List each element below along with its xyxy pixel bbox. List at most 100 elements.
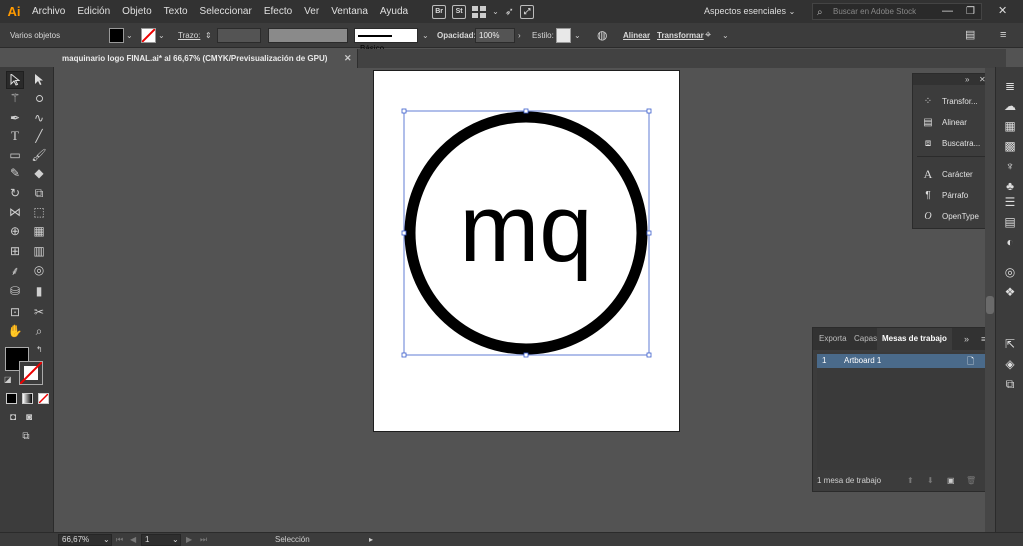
- curvature-tool-icon[interactable]: ∿: [30, 109, 48, 127]
- free-transform-tool-icon[interactable]: ⬚: [30, 203, 48, 221]
- recolor-icon[interactable]: ◍: [597, 23, 607, 48]
- export-icon[interactable]: ⇱: [1003, 337, 1017, 351]
- shape-builder-tool-icon[interactable]: ⊕: [6, 222, 24, 240]
- artboard-number-field[interactable]: 1 ⌄: [141, 534, 181, 546]
- symbols-icon[interactable]: ♣: [1003, 179, 1017, 193]
- properties-icon[interactable]: ≣: [1003, 79, 1017, 93]
- chevron-down-icon[interactable]: ⌄: [158, 23, 165, 48]
- menu-archivo[interactable]: Archivo: [26, 0, 71, 23]
- variable-width-field[interactable]: [268, 28, 348, 43]
- eyedropper-tool-icon[interactable]: ⸙: [6, 261, 24, 279]
- fill-swatch[interactable]: [109, 28, 124, 43]
- status-menu-icon[interactable]: ▸: [369, 533, 373, 546]
- graphic-styles-icon[interactable]: ❖: [1003, 285, 1017, 299]
- layers-icon[interactable]: ◈: [1003, 357, 1017, 371]
- rectangle-tool-icon[interactable]: ▭: [6, 146, 24, 164]
- tab-layers[interactable]: Capas: [854, 328, 877, 350]
- stroke-stepper-icon[interactable]: ⇕: [205, 23, 212, 48]
- screen-mode-icon[interactable]: ◙: [20, 408, 38, 426]
- swatches-icon[interactable]: ▩: [1003, 139, 1017, 153]
- artboard-canvas[interactable]: mq: [373, 70, 680, 432]
- shaper-tool-icon[interactable]: ✎: [6, 164, 24, 182]
- expand-panels-icon[interactable]: »: [965, 74, 969, 85]
- transparency-icon[interactable]: ◐: [1003, 235, 1017, 249]
- bridge-icon[interactable]: Br: [432, 4, 447, 19]
- mesh-tool-icon[interactable]: ⊞: [6, 242, 24, 260]
- workspace-switcher[interactable]: Aspectos esenciales ⌄: [704, 0, 795, 23]
- tab-artboards[interactable]: Mesas de trabajo: [877, 328, 952, 350]
- column-graph-tool-icon[interactable]: ▮: [30, 282, 48, 300]
- align-link[interactable]: Alinear: [623, 23, 650, 48]
- close-tab-icon[interactable]: ✕: [344, 49, 352, 68]
- bbox-handle[interactable]: [401, 230, 407, 236]
- swap-colors-icon[interactable]: ↰: [36, 345, 43, 354]
- close-icon[interactable]: ✕: [998, 0, 1007, 23]
- last-artboard-icon[interactable]: ⏭: [200, 533, 207, 546]
- panel-transform[interactable]: ⁘ Transfor...: [913, 91, 989, 112]
- expand-panels-icon[interactable]: »: [964, 328, 969, 350]
- brushes-icon[interactable]: ♆: [1003, 159, 1017, 173]
- color-mode-icon[interactable]: [6, 393, 17, 404]
- artboard-options-icon[interactable]: 🗋: [967, 354, 974, 368]
- transform-link[interactable]: Transformar: [657, 23, 704, 48]
- bbox-handle[interactable]: [646, 352, 652, 358]
- blend-tool-icon[interactable]: ◎: [30, 261, 48, 279]
- artboards-icon[interactable]: ⧉: [1003, 377, 1017, 391]
- menu-edicion[interactable]: Edición: [71, 0, 116, 23]
- chevron-down-icon[interactable]: ⌄: [126, 23, 133, 48]
- chevron-down-icon[interactable]: ⌄: [722, 23, 729, 48]
- minimize-icon[interactable]: —: [942, 0, 953, 23]
- chevron-down-icon[interactable]: ⌄: [422, 23, 429, 48]
- direct-selection-tool-icon[interactable]: [30, 71, 48, 89]
- selection-tool-icon[interactable]: [6, 71, 24, 89]
- zoom-field[interactable]: 66,67% ⌄: [58, 534, 112, 546]
- menu-ver[interactable]: Ver: [298, 0, 325, 23]
- list-item[interactable]: 1 Artboard 1 🗋: [817, 354, 992, 368]
- document-setup-icon[interactable]: ▤: [965, 23, 975, 48]
- bbox-handle[interactable]: [646, 230, 652, 236]
- graphic-style-swatch[interactable]: [556, 28, 571, 43]
- gpu-performance-icon[interactable]: ⤢: [520, 4, 535, 19]
- opacity-field[interactable]: 100%: [475, 28, 515, 43]
- eraser-tool-icon[interactable]: ◆: [30, 164, 48, 182]
- type-tool-icon[interactable]: T: [6, 127, 24, 145]
- stock-search-input[interactable]: ⌕ Buscar en Adobe Stock: [812, 3, 982, 20]
- bbox-handle[interactable]: [646, 108, 652, 114]
- color-icon[interactable]: ▦: [1003, 119, 1017, 133]
- gradient-mode-icon[interactable]: [22, 393, 33, 404]
- isolate-icon[interactable]: ⌖: [705, 23, 711, 48]
- restore-icon[interactable]: ❐: [966, 0, 975, 23]
- paintbrush-tool-icon[interactable]: 🖌: [30, 146, 48, 164]
- zoom-tool-icon[interactable]: ⌕: [30, 322, 48, 340]
- logo-artwork[interactable]: mq: [374, 71, 681, 433]
- stroke-color-icon[interactable]: [19, 361, 43, 385]
- delete-icon[interactable]: 🗑: [966, 471, 976, 491]
- tab-export[interactable]: Exporta: [819, 328, 847, 350]
- menu-ventana[interactable]: Ventana: [325, 0, 374, 23]
- document-tab[interactable]: maquinario logo FINAL.ai* al 66,67% (CMY…: [56, 49, 358, 68]
- bbox-handle[interactable]: [523, 108, 529, 114]
- previous-artboard-icon[interactable]: ◀: [130, 533, 136, 546]
- panel-pathfinder[interactable]: ⧈ Buscatra...: [913, 133, 989, 154]
- next-artboard-icon[interactable]: ▶: [186, 533, 192, 546]
- default-colors-icon[interactable]: ◪: [4, 375, 12, 384]
- slice-tool-icon[interactable]: ✂: [30, 303, 48, 321]
- rotate-tool-icon[interactable]: ↻: [6, 184, 24, 202]
- appearance-icon[interactable]: ◎: [1003, 265, 1017, 279]
- panel-opentype[interactable]: O OpenType: [913, 206, 989, 227]
- perspective-grid-tool-icon[interactable]: ▦: [30, 222, 48, 240]
- move-up-icon[interactable]: ⬆: [907, 471, 914, 491]
- first-artboard-icon[interactable]: ⏮: [116, 533, 123, 546]
- menu-objeto[interactable]: Objeto: [116, 0, 157, 23]
- scale-tool-icon[interactable]: ⧉: [30, 184, 48, 202]
- artboard-tool-icon[interactable]: ⊡: [6, 303, 24, 321]
- arrange-documents-icon[interactable]: [472, 5, 487, 19]
- menu-efecto[interactable]: Efecto: [258, 0, 298, 23]
- gradient-panel-icon[interactable]: ▤: [1003, 215, 1017, 229]
- panel-paragraph[interactable]: ¶ Párrafo: [913, 185, 989, 206]
- chevron-down-icon[interactable]: ⌄: [492, 7, 499, 16]
- none-mode-icon[interactable]: [38, 393, 49, 404]
- menu-ayuda[interactable]: Ayuda: [374, 0, 414, 23]
- bbox-handle[interactable]: [523, 352, 529, 358]
- line-tool-icon[interactable]: ╱: [30, 127, 48, 145]
